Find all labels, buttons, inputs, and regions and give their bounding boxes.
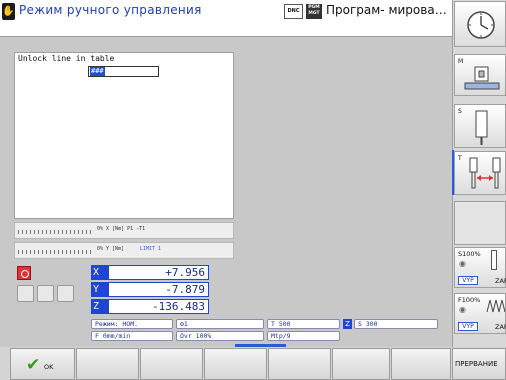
empty-side-button[interactable] bbox=[454, 201, 506, 245]
pgm-mgt-icon[interactable]: PGM MGT bbox=[306, 4, 322, 19]
window-caption: Unlock line in table bbox=[18, 54, 115, 63]
input-value: ### bbox=[90, 67, 105, 76]
spindle-mini-icon bbox=[491, 250, 497, 270]
header-bar: ✋ Режим ручного управления DNC PGM MGT П… bbox=[0, 0, 452, 37]
spindle-icon bbox=[475, 110, 488, 145]
axis-x-label: X bbox=[91, 265, 108, 280]
m-function-status: Mtp/9 bbox=[267, 331, 340, 341]
axis-z-label: Z bbox=[91, 299, 108, 314]
s-key-label: S bbox=[458, 108, 462, 115]
feed-status: F 0mm/min bbox=[91, 331, 173, 341]
softkey-4[interactable] bbox=[204, 348, 267, 380]
softkey-7[interactable] bbox=[391, 348, 451, 380]
axis-z-value: -136.483 bbox=[108, 299, 209, 314]
axis-y-value: -7.879 bbox=[108, 282, 209, 297]
spindle-load-text: 0% Y [Nm] bbox=[97, 246, 125, 252]
cancel-label: ПРЕРВАНИЕ bbox=[455, 360, 498, 368]
limit-text: LIMIT 1 bbox=[140, 246, 162, 252]
t-function-button[interactable]: T bbox=[454, 151, 506, 195]
axis-y-label: Y bbox=[91, 282, 108, 297]
dnc-icon[interactable]: DNC bbox=[284, 4, 303, 19]
tool-number: T 500 bbox=[267, 319, 340, 329]
spindle-load-bar: 0% Y [Nm] LIMIT 1 bbox=[14, 242, 234, 259]
hand-mode-icon: ✋ bbox=[2, 3, 15, 20]
table-edit-window: Unlock line in table ### bbox=[14, 52, 234, 219]
status-button-2[interactable] bbox=[37, 285, 54, 302]
mode-status: Режим: НОМ. bbox=[91, 319, 173, 329]
axis-x-value: +7.956 bbox=[108, 265, 209, 280]
load-scale bbox=[18, 250, 93, 254]
softkey-6[interactable] bbox=[332, 348, 390, 380]
softkey-3[interactable] bbox=[140, 348, 203, 380]
line-number-input[interactable]: ### bbox=[88, 66, 159, 77]
softkey-page-indicator bbox=[235, 344, 286, 347]
mode-title: Режим ручного управления bbox=[19, 3, 202, 17]
load-scale bbox=[18, 230, 93, 234]
softkey-2[interactable] bbox=[76, 348, 139, 380]
ok-softkey[interactable] bbox=[10, 348, 75, 380]
m-function-button[interactable]: M bbox=[454, 54, 506, 96]
feed-wave-icon bbox=[486, 299, 506, 313]
program-mode-title[interactable]: Програм- мирован… bbox=[326, 3, 448, 17]
clock-icon bbox=[467, 11, 495, 39]
spindle-axis-badge: Z bbox=[343, 319, 352, 329]
softkey-5[interactable] bbox=[268, 348, 331, 380]
spindle-override-dial-icon: ◉ bbox=[459, 259, 466, 268]
status-button-3[interactable] bbox=[57, 285, 74, 302]
zap-label[interactable]: ZAP bbox=[495, 277, 506, 285]
feed-override-value: F100% bbox=[458, 296, 481, 304]
spindle-speed: S 300 bbox=[354, 319, 438, 329]
feed-override-dial-icon: ◉ bbox=[459, 305, 466, 314]
checkmark-icon: ✔ bbox=[26, 355, 41, 375]
spindle-override-button[interactable]: S100% ◉ VYP ZAP bbox=[454, 247, 506, 288]
tool-icon-number: 1 bbox=[183, 320, 188, 328]
vyp-button[interactable]: VYP bbox=[458, 276, 478, 285]
status-button-1[interactable] bbox=[17, 285, 34, 302]
tool-status: ⚙1 bbox=[176, 319, 264, 329]
vyp-button[interactable]: VYP bbox=[458, 322, 478, 331]
feed-load-bar: 0% X [Nm] P1 -T1 bbox=[14, 222, 234, 239]
stop-icon[interactable] bbox=[17, 266, 31, 280]
machine-icon bbox=[464, 66, 500, 90]
override-status: Ovr 100% bbox=[176, 331, 264, 341]
tool-change-icon bbox=[469, 157, 501, 189]
feed-override-button[interactable]: F100% ◉ VYP ZAP bbox=[454, 293, 506, 334]
feed-load-text: 0% X [Nm] P1 -T1 bbox=[97, 226, 146, 232]
s-function-button[interactable]: S bbox=[454, 104, 506, 148]
zap-label[interactable]: ZAP bbox=[495, 323, 506, 331]
ok-label: OK bbox=[44, 363, 54, 371]
clock-button[interactable] bbox=[454, 1, 506, 47]
spindle-override-value: S100% bbox=[458, 250, 481, 258]
